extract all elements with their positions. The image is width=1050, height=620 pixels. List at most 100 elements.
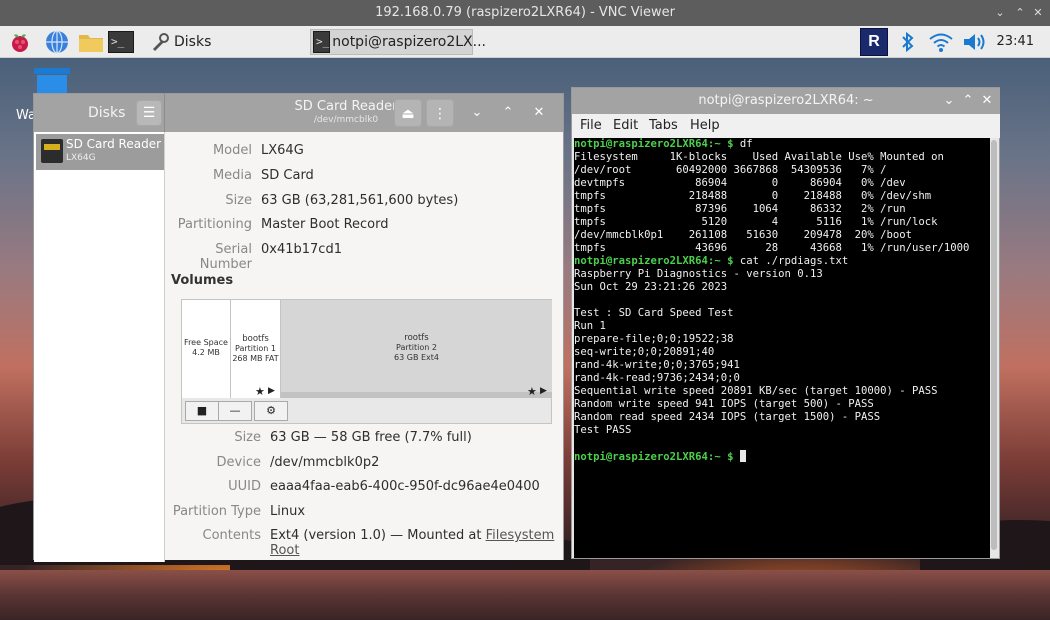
terminal-text: cat ./rpdiags.txt	[733, 255, 849, 267]
terminal-output[interactable]: notpi@raspizero2LXR64:~ $ df Filesystem 1…	[574, 138, 990, 558]
terminal-text: seq-write;0;0;20891;40	[574, 346, 715, 358]
model-value: LX64G	[261, 143, 304, 158]
volume-bootfs[interactable]: bootfs Partition 1 268 MB FAT ★ ▶	[231, 300, 281, 399]
settings-icon[interactable]: ⚙	[254, 401, 288, 421]
terminal-launcher-icon[interactable]: >_	[108, 29, 134, 55]
sd-card-icon	[41, 139, 63, 163]
star-icon: ★	[527, 385, 537, 398]
terminal-scrollbar[interactable]	[991, 140, 997, 550]
partitioning-value: Master Boot Record	[261, 217, 389, 232]
clock: 23:41	[996, 34, 1034, 49]
disks-header-title: Disks	[88, 105, 126, 121]
model-label: Model	[212, 143, 252, 158]
vnc-minimize-icon[interactable]: ⌄	[990, 0, 1010, 26]
bluetooth-icon[interactable]	[900, 29, 916, 55]
taskbar-disks-button[interactable]: Disks	[150, 29, 211, 55]
minimize-icon[interactable]: ⌄	[940, 92, 958, 110]
terminal-text: Sun Oct 29 23:21:26 2023	[574, 281, 728, 293]
serial-value: 0x41b17cd1	[261, 242, 342, 257]
segment-line: bootfs	[242, 334, 269, 344]
star-icon: ★	[255, 385, 265, 398]
play-icon: ▶	[268, 386, 275, 396]
wifi-icon[interactable]	[928, 29, 954, 55]
terminal-text: rand-4k-write;0;0;3765;941	[574, 359, 740, 371]
maximize-icon[interactable]: ⌃	[499, 104, 517, 122]
minimize-icon[interactable]: ⌄	[468, 104, 486, 122]
segment-line: Free Space	[184, 338, 228, 347]
terminal-text: tmpfs 87396 1064 86332 2% /run	[574, 203, 906, 215]
sidebar-item-sd-card-reader[interactable]: SD Card Reader LX64G	[36, 134, 164, 170]
vnc-maximize-icon[interactable]: ⌃	[1010, 0, 1030, 26]
terminal-line: Test PASS	[574, 424, 990, 437]
terminal-text: Sequential write speed 20891 KB/sec (tar…	[574, 385, 938, 397]
terminal-cursor	[739, 450, 746, 462]
taskbar-terminal-label: notpi@raspizero2LX...	[332, 34, 486, 50]
terminal-text: Run 1	[574, 320, 606, 332]
browser-icon[interactable]	[44, 29, 70, 55]
terminal-prompt: notpi@raspizero2LXR64:~ $	[574, 255, 734, 267]
raspberry-menu-icon[interactable]	[8, 29, 32, 55]
terminal-line: Raspberry Pi Diagnostics - version 0.13	[574, 268, 990, 281]
uuid-label: UUID	[228, 479, 261, 494]
background-sea	[0, 570, 1050, 620]
volume-toolbar: ■ — ⚙	[181, 398, 552, 424]
taskbar-disks-label: Disks	[174, 34, 212, 50]
disks-sidebar: SD Card Reader LX64G	[34, 132, 165, 562]
terminal-line: seq-write;0;0;20891;40	[574, 346, 990, 359]
terminal-line: rand-4k-read;9736;2434;0;0	[574, 372, 990, 385]
terminal-text: tmpfs 218488 0 218488 0% /dev/shm	[574, 190, 932, 202]
terminal-line: Run 1	[574, 320, 990, 333]
terminal-window-icon: >_	[313, 31, 331, 53]
disks-sidebar-header: Disks ☰	[34, 94, 165, 132]
terminal-text: /dev/root 60492000 3667868 54309536 7% /	[574, 164, 887, 176]
terminal-title: notpi@raspizero2LXR64: ~	[698, 93, 874, 108]
terminal-line: tmpfs 5120 4 5116 1% /run/lock	[574, 216, 990, 229]
segment-line: rootfs	[404, 333, 429, 343]
maximize-icon[interactable]: ⌃	[959, 92, 977, 110]
close-icon[interactable]: ✕	[530, 104, 548, 122]
terminal-text: prepare-file;0;0;19522;38	[574, 333, 734, 345]
partitioning-label: Partitioning	[177, 217, 252, 232]
file-manager-icon[interactable]	[77, 29, 105, 55]
terminal-text: /dev/mmcblk0p1 261108 51630 209478 20% /…	[574, 229, 913, 241]
device-value: /dev/mmcblk0p2	[270, 455, 380, 470]
vnc-tray-icon[interactable]: R	[860, 28, 888, 56]
menu-edit[interactable]: Edit	[613, 114, 638, 138]
contents-label: Contents	[202, 528, 261, 543]
remove-partition-icon[interactable]: —	[218, 401, 252, 421]
terminal-line: tmpfs 87396 1064 86332 2% /run	[574, 203, 990, 216]
taskbar-terminal-button[interactable]: >_ notpi@raspizero2LX...	[310, 29, 486, 55]
partition-size-label: Size	[234, 430, 261, 445]
menu-help[interactable]: Help	[690, 114, 720, 138]
terminal-line: /dev/root 60492000 3667868 54309536 7% /	[574, 164, 990, 177]
volume-free-space[interactable]: Free Space 4.2 MB	[182, 300, 231, 399]
volumes-heading: Volumes	[171, 273, 234, 288]
close-icon[interactable]: ✕	[978, 92, 996, 110]
terminal-text: rand-4k-read;9736;2434;0;0	[574, 372, 740, 384]
terminal-text: Random write speed 941 IOPS (target 500)…	[574, 398, 874, 410]
terminal-line: tmpfs 218488 0 218488 0% /dev/shm	[574, 190, 990, 203]
contents-text: Ext4 (version 1.0) — Mounted at	[270, 528, 486, 543]
drive-menu-icon[interactable]: ⋮	[426, 99, 454, 127]
hamburger-menu-icon[interactable]: ☰	[136, 100, 162, 126]
size-value: 63 GB (63,281,561,600 bytes)	[261, 193, 459, 208]
terminal-prompt: notpi@raspizero2LXR64:~ $	[574, 138, 734, 150]
menu-tabs[interactable]: Tabs	[649, 114, 678, 138]
volume-map: Free Space 4.2 MB bootfs Partition 1 268…	[181, 299, 552, 399]
terminal-text: Test : SD Card Speed Test	[574, 307, 734, 319]
disks-window: Disks ☰ SD Card Reader /dev/mmcblk0 ⏏ ⋮ …	[33, 93, 564, 562]
terminal-text: devtmpfs 86904 0 86904 0% /dev	[574, 177, 906, 189]
stop-icon[interactable]: ■	[185, 401, 219, 421]
menu-file[interactable]: File	[580, 114, 602, 138]
terminal-line: /dev/mmcblk0p1 261108 51630 209478 20% /…	[574, 229, 990, 242]
terminal-text: tmpfs 43696 28 43668 1% /run/user/1000	[574, 242, 970, 254]
eject-icon[interactable]: ⏏	[394, 99, 422, 127]
uuid-value: eaaa4faa-eab6-400c-950f-dc96ae4e0400	[270, 479, 540, 494]
terminal-text: Test PASS	[574, 424, 632, 436]
terminal-line: Test : SD Card Speed Test	[574, 307, 990, 320]
vnc-close-icon[interactable]: ✕	[1028, 0, 1048, 26]
disks-app-icon	[153, 33, 169, 51]
volume-icon[interactable]	[962, 29, 988, 55]
volume-rootfs[interactable]: rootfs Partition 2 63 GB Ext4 ★ ▶	[281, 300, 552, 399]
